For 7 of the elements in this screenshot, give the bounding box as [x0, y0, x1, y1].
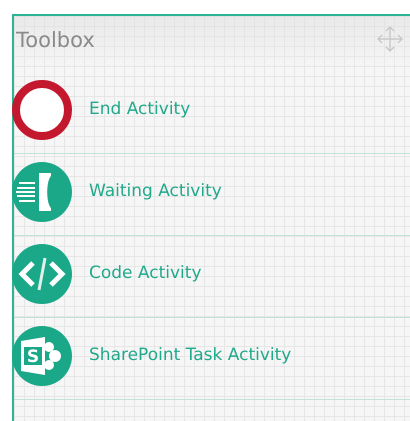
activity-label[interactable]: Waiting Activity — [89, 178, 222, 204]
move-icon[interactable] — [376, 25, 404, 53]
activity-label[interactable]: Code Activity — [89, 260, 202, 286]
activity-label[interactable]: End Activity — [89, 96, 190, 122]
activity-label[interactable]: SharePoint Task Activity — [89, 342, 292, 368]
sharepoint-icon: S — [11, 324, 73, 386]
panel-title: Toolbox — [16, 27, 95, 54]
